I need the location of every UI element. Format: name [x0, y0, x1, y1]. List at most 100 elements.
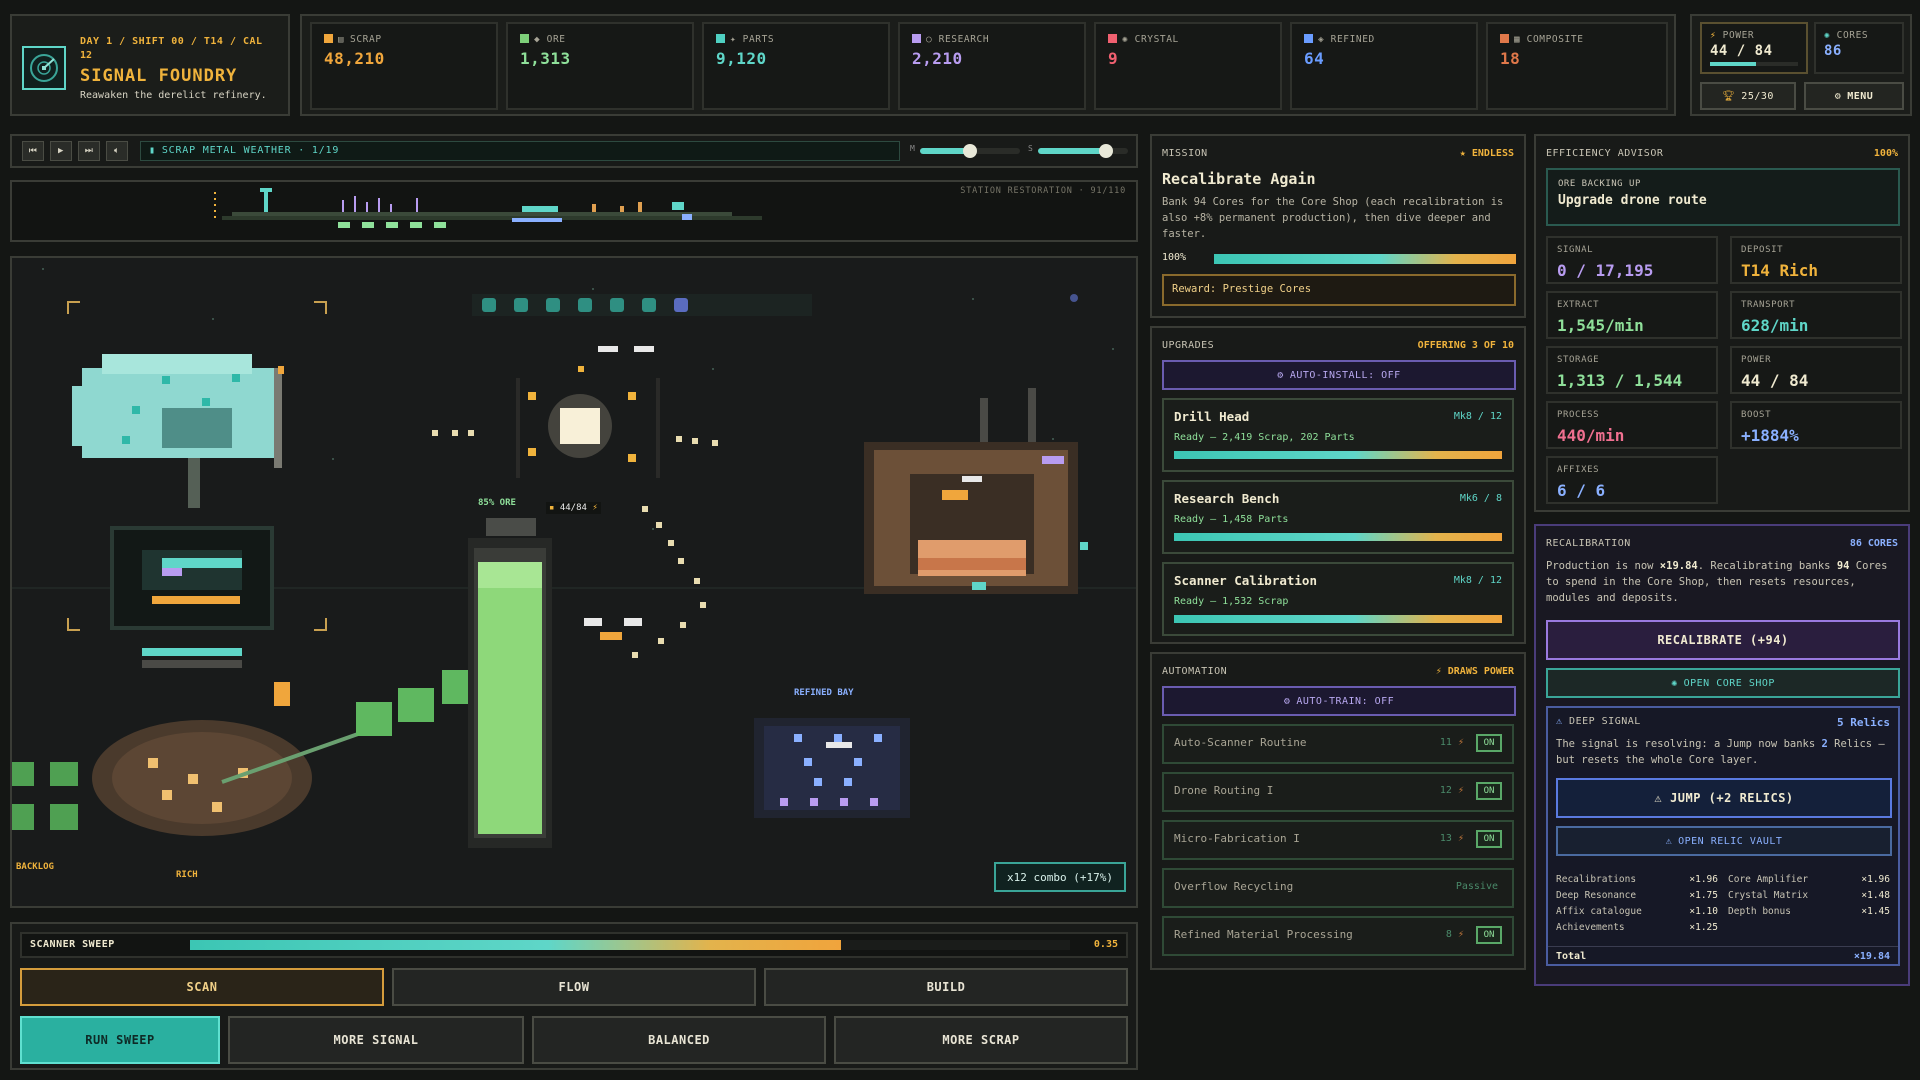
mission-header: MISSION — [1162, 148, 1208, 159]
mode-scan-tab[interactable]: SCAN — [20, 968, 384, 1006]
upgrade-card-drill-head[interactable]: Drill Head Mk8 / 12 Ready — 2,419 Scrap,… — [1162, 398, 1514, 472]
multiplier-row: Recalibrations ×1.96 — [1556, 874, 1718, 885]
automation-item-drone-routing[interactable]: Drone Routing I 12 ⚡ ON — [1162, 772, 1514, 812]
advisor-stat-extract: EXTRACT 1,545/min — [1546, 291, 1718, 339]
upgrades-offering: OFFERING 3 OF 10 — [1417, 340, 1514, 351]
advisor-stat-process: PROCESS 440/min — [1546, 401, 1718, 449]
cores-box: ✺ CORES 86 — [1814, 22, 1904, 74]
advisor-stat-boost: BOOST +1884% — [1730, 401, 1902, 449]
more-scrap-button[interactable]: MORE SCRAP — [834, 1016, 1128, 1064]
jump-button[interactable]: ⚠ JUMP (+2 RELICS) — [1556, 778, 1892, 818]
power-bar — [1710, 62, 1798, 66]
mission-title: Recalibrate Again — [1162, 170, 1316, 188]
multiplier-row: Achievements ×1.25 — [1556, 922, 1718, 933]
radar-icon — [22, 46, 66, 90]
resource-crystal: ✺ CRYSTAL 9 — [1094, 22, 1282, 110]
draws-power-label: ⚡ DRAWS POWER — [1435, 666, 1514, 677]
game-viewport[interactable]: 85% ORE ▪ 44/84 ⚡ REFINED BAY BACKLOG RI… — [10, 256, 1138, 908]
mission-reward: Reward: Prestige Cores — [1162, 274, 1516, 306]
station-strip: STATION RESTORATION · 91/110 — [10, 180, 1138, 242]
game-title: SIGNAL FOUNDRY — [80, 66, 238, 86]
advisor-panel: EFFICIENCY ADVISOR 100% ORE BACKING UP U… — [1534, 134, 1910, 512]
mode-build-tab[interactable]: BUILD — [764, 968, 1128, 1006]
mission-panel: MISSION ★ ENDLESS Recalibrate Again Bank… — [1150, 134, 1526, 318]
advisor-stat-signal: SIGNAL 0 / 17,195 — [1546, 236, 1718, 284]
toggle-on[interactable]: ON — [1476, 734, 1502, 752]
music-volume-slider[interactable] — [920, 144, 1020, 158]
recalibrate-button[interactable]: RECALIBRATE (+94) — [1546, 620, 1900, 660]
multiplier-row: Affix catalogue ×1.10 — [1556, 906, 1718, 917]
bolt-icon: ⚡ — [1435, 666, 1448, 677]
day-line: DAY 1 / SHIFT 00 / T14 / CAL — [80, 36, 263, 47]
resource-composite: ▦ COMPOSITE 18 — [1486, 22, 1668, 110]
upgrade-card-research-bench[interactable]: Research Bench Mk6 / 8 Ready — 1,458 Par… — [1162, 480, 1514, 554]
automation-header: AUTOMATION — [1162, 666, 1228, 677]
achievements-button[interactable]: 🏆︎ 25/30 — [1700, 82, 1796, 110]
advisor-hint: ORE BACKING UP Upgrade drone route — [1546, 168, 1900, 226]
prev-track-button[interactable]: ⏮ — [22, 141, 44, 161]
open-core-shop-button[interactable]: ✺ OPEN CORE SHOP — [1546, 668, 1900, 698]
resource-ore: ◆ ORE 1,313 — [506, 22, 694, 110]
open-relic-vault-button[interactable]: ⚠ OPEN RELIC VAULT — [1556, 826, 1892, 856]
power-tag: ▪ 44/84 ⚡ — [546, 502, 601, 514]
warning-icon: ⚠ — [1654, 791, 1663, 805]
automation-item-refined-processing[interactable]: Refined Material Processing 8 ⚡ ON — [1162, 916, 1514, 956]
toggle-on[interactable]: ON — [1476, 830, 1502, 848]
multiplier-total: Total ×19.84 — [1548, 946, 1898, 962]
music-bar: ⏮ ▶ ⏭ 🔈︎ ▮ SCRAP METAL WEATHER · 1/19 M S — [10, 134, 1138, 168]
deep-signal-desc: The signal is resolving: a Jump now bank… — [1556, 738, 1885, 766]
game-root: DAY 1 / SHIFT 00 / T14 / CAL 12 SIGNAL F… — [0, 0, 1920, 1080]
trophy-icon: 🏆︎ — [1722, 90, 1736, 102]
backlog-label: BACKLOG — [16, 862, 54, 872]
resource-parts: ✦ PARTS 9,120 — [702, 22, 890, 110]
sweep-bar — [190, 940, 1070, 950]
balanced-button[interactable]: BALANCED — [532, 1016, 826, 1064]
title-panel: DAY 1 / SHIFT 00 / T14 / CAL 12 SIGNAL F… — [10, 14, 290, 116]
warning-icon: ⚠ — [1556, 716, 1570, 727]
day-line-2: 12 — [80, 50, 93, 61]
upgrade-card-scanner-calibration[interactable]: Scanner Calibration Mk8 / 12 Ready — 1,5… — [1162, 562, 1514, 636]
multiplier-row: Crystal Matrix ×1.48 — [1728, 890, 1890, 901]
system-panel: ⚡ POWER 44 / 84 ✺ CORES 86 🏆︎ 25/30 ⚙ MENU — [1690, 14, 1912, 116]
menu-button[interactable]: ⚙ MENU — [1804, 82, 1904, 110]
toggle-on[interactable]: ON — [1476, 926, 1502, 944]
refined-bay-label: REFINED BAY — [794, 688, 854, 698]
refined-icon — [1304, 34, 1313, 43]
next-track-button[interactable]: ⏭ — [78, 141, 100, 161]
volume-icon[interactable]: 🔈︎ — [106, 141, 128, 161]
multiplier-row: Deep Resonance ×1.75 — [1556, 890, 1718, 901]
more-signal-button[interactable]: MORE SIGNAL — [228, 1016, 524, 1064]
music-volume-knob[interactable] — [963, 144, 977, 158]
advisor-stat-affixes: AFFIXES 6 / 6 — [1546, 456, 1718, 504]
advisor-stat-deposit: DEPOSIT T14 Rich — [1730, 236, 1902, 284]
automation-panel: AUTOMATION ⚡ DRAWS POWER ⚙ AUTO-TRAIN: OF… — [1150, 652, 1526, 970]
station-skyline — [214, 188, 762, 228]
power-box: ⚡ POWER 44 / 84 — [1700, 22, 1808, 74]
auto-install-toggle[interactable]: ⚙ AUTO-INSTALL: OFF — [1162, 360, 1516, 390]
toggle-on[interactable]: ON — [1476, 782, 1502, 800]
mode-flow-tab[interactable]: FLOW — [392, 968, 756, 1006]
track-display: ▮ SCRAP METAL WEATHER · 1/19 — [140, 141, 900, 161]
recal-header: RECALIBRATION — [1546, 538, 1631, 549]
control-panel: SCANNER SWEEP 0.35 SCAN FLOW BUILD RUN S… — [10, 922, 1138, 1070]
star-icon: ★ — [1459, 148, 1472, 159]
multiplier-list: Recalibrations ×1.96 Core Amplifier ×1.96 De… — [1548, 874, 1902, 944]
play-button[interactable]: ▶ — [50, 141, 72, 161]
ore-icon — [520, 34, 529, 43]
rich-label: RICH — [176, 870, 198, 880]
mission-desc: Bank 94 Cores for the Core Shop (each re… — [1162, 196, 1504, 240]
automation-item-auto-scanner[interactable]: Auto-Scanner Routine 11 ⚡ ON — [1162, 724, 1514, 764]
automation-item-overflow-recycling[interactable]: Overflow Recycling Passive — [1162, 868, 1514, 908]
sfx-volume-slider[interactable] — [1038, 144, 1128, 158]
gear-icon: ⚙ — [1277, 369, 1284, 381]
scrap-icon — [324, 34, 333, 43]
combo-badge: x12 combo (+17%) — [994, 862, 1126, 892]
run-sweep-button[interactable]: RUN SWEEP — [20, 1016, 220, 1064]
sfx-volume-knob[interactable] — [1098, 144, 1113, 158]
relic-count: 5 Relics — [1837, 716, 1890, 729]
sweep-row: SCANNER SWEEP 0.35 — [20, 932, 1128, 958]
auto-train-toggle[interactable]: ⚙ AUTO-TRAIN: OFF — [1162, 686, 1516, 716]
upgrades-header: UPGRADES — [1162, 340, 1215, 351]
automation-item-micro-fab[interactable]: Micro-Fabrication I 13 ⚡ ON — [1162, 820, 1514, 860]
deep-signal-box: ⚠ DEEP SIGNAL 5 Relics The signal is res… — [1546, 706, 1900, 966]
